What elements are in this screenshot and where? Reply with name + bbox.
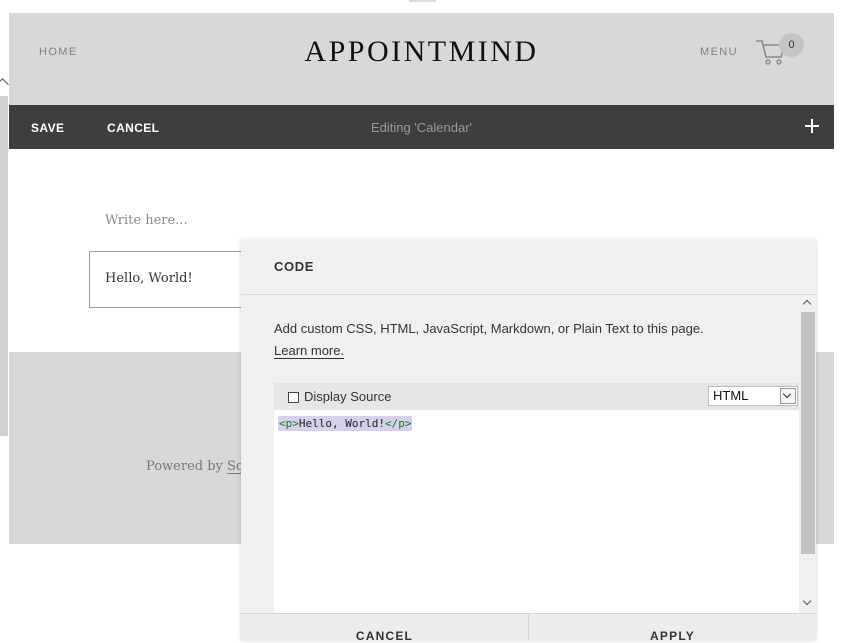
- code-block-dialog: CODE Add custom CSS, HTML, JavaScript, M…: [241, 239, 816, 643]
- code-editor[interactable]: <p>Hello, World!</p>: [274, 410, 799, 613]
- chevron-up-icon[interactable]: [0, 78, 9, 91]
- code-toolbar: Display Source HTML: [274, 383, 799, 410]
- plus-icon[interactable]: [804, 118, 820, 134]
- edit-toolbar: SAVE CANCEL Editing 'Calendar': [9, 105, 834, 149]
- code-open-tag: <p>: [279, 417, 299, 430]
- top-handle: [409, 0, 436, 2]
- text-block-placeholder[interactable]: Write here...: [105, 213, 188, 228]
- language-select[interactable]: HTML: [708, 386, 798, 406]
- code-text: Hello, World!: [298, 417, 385, 430]
- powered-by-label: Powered by: [146, 459, 228, 474]
- scroll-up-icon[interactable]: [802, 299, 812, 309]
- dialog-cancel-button[interactable]: CANCEL: [241, 629, 528, 643]
- chevron-down-icon[interactable]: [780, 388, 796, 404]
- site-header: HOME APPOINTMIND MENU 0: [9, 13, 834, 105]
- powered-by-text: Powered by Sq: [146, 459, 244, 474]
- code-line: <p>Hello, World!</p>: [278, 416, 413, 431]
- learn-more-link[interactable]: Learn more.: [274, 343, 344, 358]
- code-close-tag: </p>: [384, 417, 412, 430]
- editing-page-label: Editing 'Calendar': [370, 120, 473, 135]
- left-panel-edge: [0, 96, 8, 436]
- display-source-checkbox[interactable]: [288, 392, 299, 403]
- cart-count-badge[interactable]: 0: [779, 33, 804, 57]
- dialog-body: Add custom CSS, HTML, JavaScript, Markdo…: [241, 295, 816, 613]
- dialog-description: Add custom CSS, HTML, JavaScript, Markdo…: [274, 321, 704, 336]
- dialog-footer: CANCEL APPLY: [241, 613, 816, 643]
- scroll-down-icon[interactable]: [802, 596, 812, 606]
- nav-menu-link[interactable]: MENU: [700, 46, 738, 58]
- dialog-title: CODE: [274, 259, 314, 274]
- dialog-scrollbar[interactable]: [800, 295, 816, 613]
- code-block-text: Hello, World!: [105, 271, 193, 286]
- display-source-label[interactable]: Display Source: [304, 389, 391, 404]
- language-value: HTML: [713, 388, 749, 403]
- dialog-apply-button[interactable]: APPLY: [529, 629, 816, 643]
- scroll-thumb[interactable]: [801, 312, 815, 554]
